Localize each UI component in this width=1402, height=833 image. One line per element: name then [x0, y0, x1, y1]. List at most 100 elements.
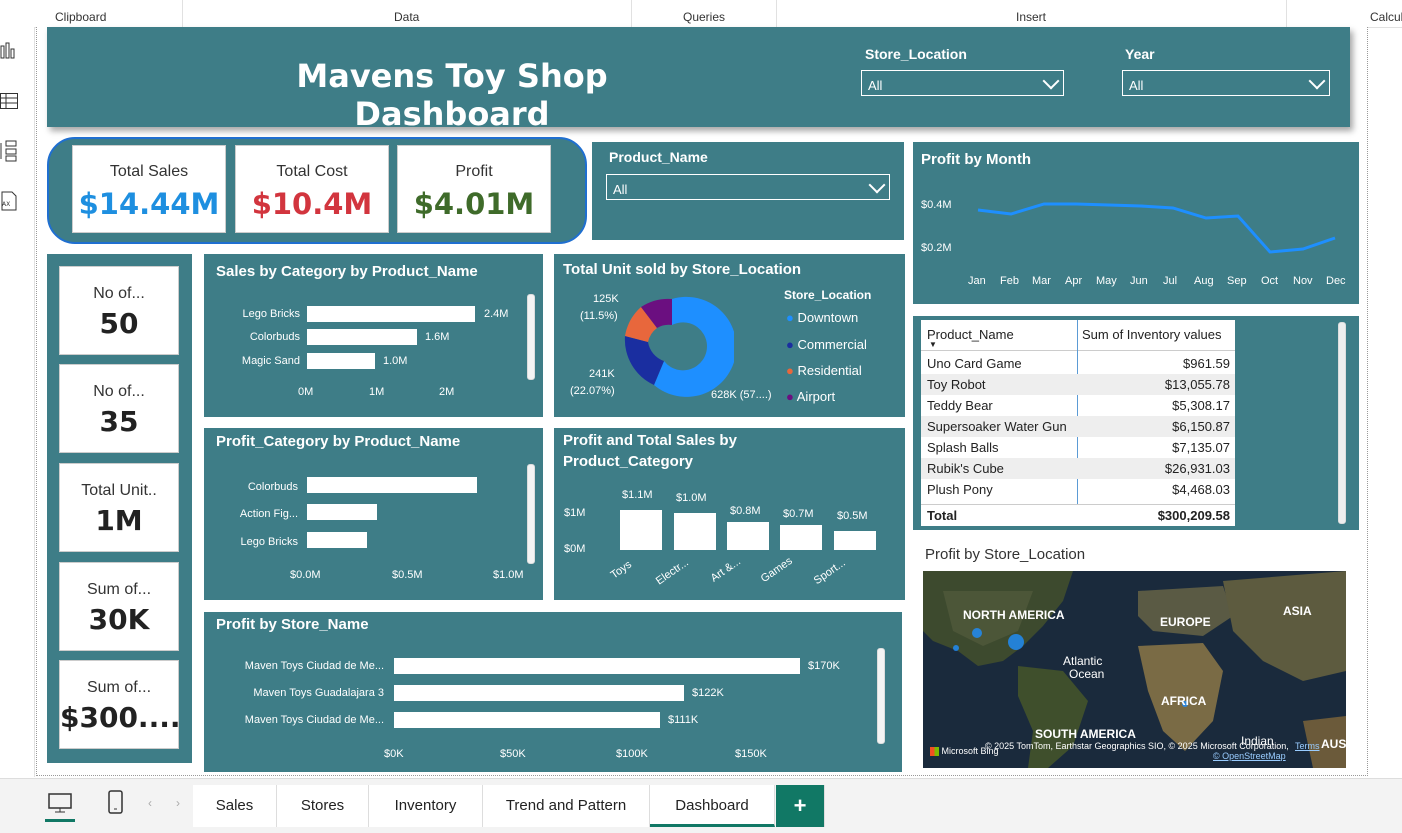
store-location-dropdown[interactable]: All — [861, 70, 1064, 96]
kpi-card-label: Sum of... — [86, 679, 152, 696]
bar[interactable] — [394, 658, 800, 674]
map-label: AFRICA — [1161, 694, 1207, 708]
kpi-card-value: 30K — [88, 603, 150, 636]
table-row[interactable]: Teddy Bear $5,308.17 — [921, 395, 1235, 416]
profit-category-chart[interactable]: Profit_Category by Product_Name Colorbud… — [204, 428, 543, 600]
bar[interactable] — [674, 513, 716, 550]
bar[interactable] — [834, 531, 876, 550]
map-bubble[interactable] — [972, 628, 982, 638]
scrollbar[interactable] — [877, 648, 885, 744]
profit-value: $4.01M — [413, 187, 535, 221]
x-tick-label: $0.0M — [290, 569, 321, 581]
table-row[interactable]: Toy Robot $13,055.78 — [921, 374, 1235, 395]
ribbon-group-insert[interactable]: Insert — [1016, 10, 1046, 24]
data-label: $0.5M — [837, 510, 868, 522]
dax-query-view-icon[interactable]: AX — [0, 190, 18, 212]
table-row[interactable]: Splash Balls $7,135.07 — [921, 437, 1235, 458]
x-tick-label: Oct — [1261, 275, 1279, 287]
bar[interactable] — [620, 510, 662, 550]
map-visual[interactable]: NORTH AMERICA EUROPE ASIA Atlantic Ocean… — [923, 571, 1346, 768]
chevron-down-icon — [1308, 72, 1326, 90]
year-slicer-label: Year — [1125, 46, 1155, 62]
legend-item-airport[interactable]: ● Airport — [786, 389, 835, 404]
column-header-product-name[interactable]: Product_Name — [927, 327, 1014, 342]
map-bubble[interactable] — [953, 645, 959, 651]
bar[interactable] — [394, 685, 684, 701]
table-row[interactable]: Plush Pony $4,468.03 — [921, 479, 1235, 500]
bar[interactable] — [307, 477, 477, 493]
tab-dashboard[interactable]: Dashboard — [650, 785, 775, 827]
total-sales-card[interactable]: Total Sales $14.44M — [72, 145, 226, 233]
legend-item-downtown[interactable]: ● Downtown — [786, 310, 858, 325]
table-scrollbar[interactable] — [1338, 322, 1346, 524]
data-label: 1.0M — [383, 355, 408, 367]
chart-title: Sales by Category by Product_Name — [216, 263, 478, 280]
mobile-view-icon[interactable] — [107, 790, 125, 816]
map-label: AUS — [1321, 737, 1346, 751]
chevron-left-icon[interactable]: ‹ — [148, 796, 152, 810]
kpi-card-3[interactable]: Total Unit.. 1M — [59, 463, 179, 552]
ribbon-group-queries[interactable]: Queries — [683, 10, 725, 24]
tab-inventory[interactable]: Inventory — [369, 785, 483, 827]
scrollbar[interactable] — [527, 464, 535, 564]
tab-sales[interactable]: Sales — [193, 785, 277, 827]
kpi-card-1[interactable]: No of... 50 — [59, 266, 179, 355]
profit-by-month-chart[interactable]: Profit by Month $0.4M $0.2M Jan Feb Mar … — [913, 142, 1359, 304]
table-row[interactable]: Rubik's Cube $26,931.03 — [921, 458, 1235, 479]
map-bubble[interactable] — [1008, 634, 1024, 650]
year-dropdown[interactable]: All — [1122, 70, 1330, 96]
bar[interactable] — [727, 522, 769, 550]
legend-item-commercial[interactable]: ● Commercial — [786, 337, 867, 352]
profit-line[interactable] — [977, 202, 1336, 254]
add-page-button[interactable]: + — [776, 785, 825, 827]
table-view-icon[interactable] — [0, 92, 18, 110]
report-view-icon[interactable] — [0, 42, 18, 60]
svg-text:AX: AX — [2, 201, 10, 208]
product-name-dropdown[interactable]: All — [606, 174, 890, 200]
product-name-slicer-label: Product_Name — [609, 149, 708, 165]
bar[interactable] — [307, 532, 367, 548]
ribbon-group-clipboard[interactable]: Clipboard — [55, 10, 106, 24]
tab-trend-and-pattern[interactable]: Trend and Pattern — [483, 785, 650, 827]
map-osm-link[interactable]: © OpenStreetMap — [1213, 751, 1286, 761]
kpi-card-5[interactable]: Sum of... $300.... — [59, 660, 180, 749]
map-terms-link[interactable]: Terms — [1295, 741, 1320, 751]
total-cost-card[interactable]: Total Cost $10.4M — [235, 145, 389, 233]
inventory-table[interactable]: Product_Name ▼ Sum of Inventory values U… — [921, 320, 1235, 526]
bar[interactable] — [307, 306, 475, 322]
x-axis: Jan Feb Mar Apr May Jun Jul Aug Sep Oct … — [960, 275, 1355, 289]
x-tick-label: Nov — [1293, 275, 1313, 287]
legend-item-residential[interactable]: ● Residential — [786, 363, 862, 378]
ribbon-group-data[interactable]: Data — [394, 10, 419, 24]
scrollbar[interactable] — [527, 294, 535, 380]
chevron-right-icon[interactable]: › — [176, 796, 180, 810]
column-header-inventory-values[interactable]: Sum of Inventory values — [1082, 327, 1221, 342]
x-tick-label: Electr... — [653, 556, 691, 588]
table-row[interactable]: Supersoaker Water Gun $6,150.87 — [921, 416, 1235, 437]
desktop-view-icon[interactable] — [47, 793, 73, 815]
page-tab-bar: ‹ › Sales Stores Inventory Trend and Pat… — [0, 778, 1402, 833]
kpi-card-2[interactable]: No of... 35 — [59, 364, 179, 453]
sales-by-category-chart[interactable]: Sales by Category by Product_Name Lego B… — [204, 254, 543, 417]
cards-panel: No of... 50 No of... 35 Total Unit.. 1M … — [47, 254, 192, 763]
kpi-card-4[interactable]: Sum of... 30K — [59, 562, 179, 651]
ribbon-group-calculations[interactable]: Calcul — [1370, 10, 1402, 24]
category-label: Lego Bricks — [242, 308, 300, 320]
tab-stores[interactable]: Stores — [277, 785, 369, 827]
bar[interactable] — [307, 504, 377, 520]
profit-card[interactable]: Profit $4.01M — [397, 145, 551, 233]
bar[interactable] — [780, 525, 822, 550]
model-view-icon[interactable] — [0, 140, 18, 162]
bar[interactable] — [307, 329, 417, 345]
chart-title-line2: Product_Category — [563, 453, 694, 470]
table-row[interactable]: Uno Card Game $961.59 — [921, 353, 1235, 374]
x-tick-label: Sport... — [811, 556, 848, 588]
product-name-slicer: Product_Name All — [592, 142, 904, 240]
bar[interactable] — [394, 712, 660, 728]
profit-and-sales-chart[interactable]: Profit and Total Sales by Product_Catego… — [554, 428, 905, 600]
product-name-value: All — [613, 182, 628, 197]
profit-by-store-name-chart[interactable]: Profit by Store_Name Maven Toys Ciudad d… — [204, 612, 902, 772]
units-by-store-chart[interactable]: Total Unit sold by Store_Location 125K (… — [554, 254, 905, 417]
sort-down-icon[interactable]: ▼ — [929, 340, 937, 349]
bar[interactable] — [307, 353, 375, 369]
